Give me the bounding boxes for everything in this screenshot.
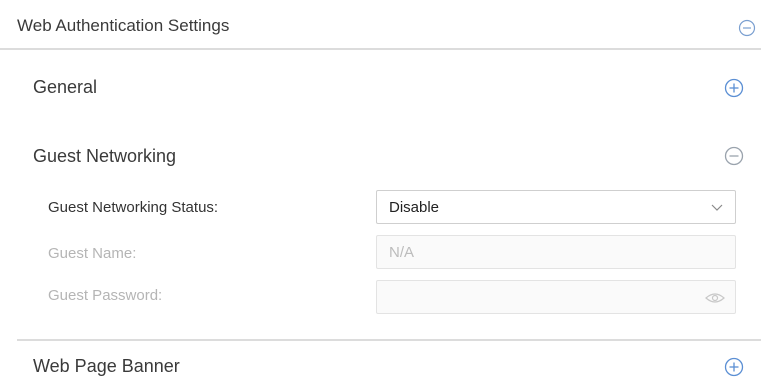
page-title: Web Authentication Settings [17, 16, 230, 35]
eye-icon [705, 293, 725, 303]
section-general-title[interactable]: General [33, 77, 97, 98]
guest-name-input: N/A [376, 235, 736, 269]
chevron-down-icon [711, 204, 723, 211]
guest-networking-status-value: Disable [389, 198, 440, 216]
minus-circle-icon [738, 19, 756, 37]
guest-networking-status-label: Guest Networking Status: [48, 199, 219, 216]
plus-circle-icon [724, 78, 744, 98]
guest-networking-status-select[interactable]: Disable [376, 190, 736, 224]
section-guest-networking-title[interactable]: Guest Networking [33, 146, 176, 167]
guest-name-label: Guest Name: [48, 245, 137, 262]
collapse-settings-button[interactable] [737, 18, 757, 38]
section-web-page-banner-title[interactable]: Web Page Banner [33, 356, 180, 377]
guest-password-label: Guest Password: [48, 287, 163, 304]
guest-name-value: N/A [389, 243, 415, 261]
expand-general-button[interactable] [724, 78, 744, 98]
section-divider [17, 339, 761, 341]
header-divider [0, 48, 761, 50]
minus-circle-icon [724, 146, 744, 166]
expand-web-page-banner-button[interactable] [724, 357, 744, 377]
collapse-guest-networking-button[interactable] [724, 146, 744, 166]
guest-password-input [376, 280, 736, 314]
plus-circle-icon [724, 357, 744, 377]
